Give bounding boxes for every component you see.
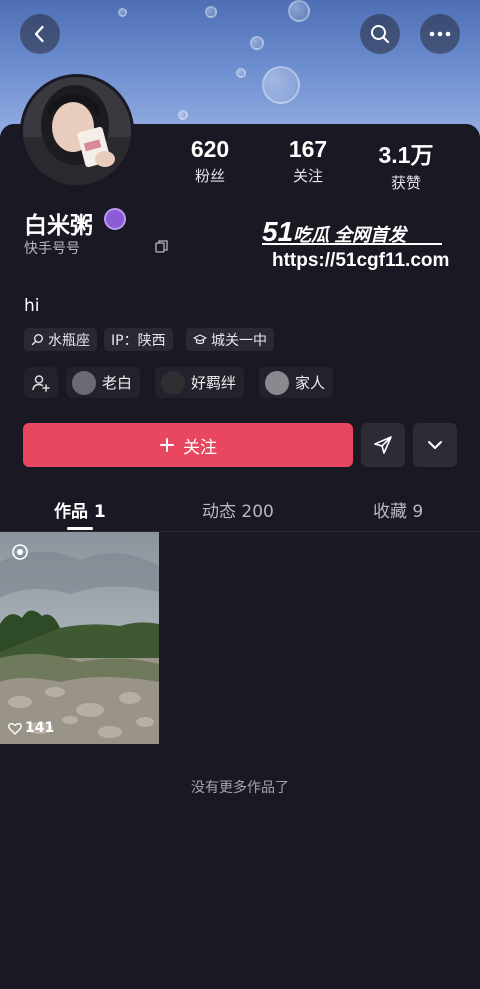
- friend-avatar: [265, 370, 289, 395]
- heart-icon: [8, 722, 22, 735]
- stat-value: 620: [190, 136, 230, 162]
- follow-button[interactable]: 关注: [23, 423, 353, 467]
- stat-value: 3.1万: [378, 142, 434, 168]
- tag-label: IP：陕西: [111, 332, 166, 349]
- add-user-icon: [32, 374, 50, 392]
- no-more-text: 没有更多作品了: [191, 780, 289, 796]
- tag-zodiac[interactable]: 水瓶座: [24, 328, 97, 351]
- avatar[interactable]: [20, 74, 134, 188]
- friend-avatar: [72, 370, 96, 395]
- stat-label: 获赞: [390, 174, 421, 192]
- stat-following[interactable]: 167 关注: [263, 136, 353, 186]
- profile-id: 快手号号: [24, 241, 80, 257]
- tab-indicator: [67, 527, 93, 530]
- friend-label: 老白: [102, 374, 133, 392]
- add-friend-button[interactable]: [24, 367, 58, 398]
- stat-followers[interactable]: 620 粉丝: [165, 136, 255, 186]
- level-badge-icon[interactable]: [104, 208, 126, 230]
- more-button[interactable]: [420, 14, 460, 54]
- tag-school[interactable]: 城关一中: [186, 328, 274, 351]
- stat-value: 167: [288, 136, 328, 162]
- school-icon: [193, 333, 207, 344]
- expand-button[interactable]: [413, 423, 457, 467]
- watermark-line: [262, 243, 442, 245]
- back-button[interactable]: [20, 14, 60, 54]
- send-icon: [374, 436, 392, 454]
- likes-count: 141: [25, 720, 55, 736]
- copy-icon[interactable]: [155, 240, 168, 253]
- post-likes: 141: [8, 720, 54, 736]
- stat-label: 粉丝: [194, 167, 225, 185]
- profile-name: 白米粥: [24, 213, 93, 239]
- more-dots-icon: [429, 31, 451, 37]
- watermark-text: 吃瓜 全网首发: [293, 225, 407, 245]
- tab-favorites[interactable]: 收藏 9: [373, 497, 423, 522]
- follow-label: 关注: [183, 437, 217, 458]
- post-thumbnail[interactable]: [0, 532, 159, 744]
- stat-likes[interactable]: 3.1万 获赞: [361, 136, 451, 193]
- friend-avatar: [161, 370, 185, 395]
- search-icon: [371, 25, 390, 44]
- friend-label: 好羁绊: [191, 374, 237, 392]
- tag-label: 水瓶座: [48, 332, 90, 349]
- friend-chip[interactable]: 老白: [66, 367, 141, 398]
- friend-chip[interactable]: 好羁绊: [155, 367, 245, 398]
- chevron-left-icon: [34, 25, 44, 43]
- tab-works[interactable]: 作品 1: [54, 497, 106, 522]
- tab-moments[interactable]: 动态 200: [202, 497, 274, 522]
- chevron-down-icon: [428, 441, 442, 449]
- watermark-url: https://51cgf11.com: [272, 250, 450, 271]
- tag-label: 城关一中: [211, 332, 267, 349]
- zodiac-icon: [31, 334, 43, 346]
- friend-chip[interactable]: 家人: [259, 367, 334, 398]
- friend-label: 家人: [295, 374, 326, 392]
- share-button[interactable]: [361, 423, 405, 467]
- tag-ip[interactable]: IP：陕西: [104, 328, 173, 351]
- stat-label: 关注: [292, 167, 323, 185]
- profile-bio: hi: [24, 296, 40, 316]
- plus-icon: [160, 438, 174, 452]
- search-button[interactable]: [360, 14, 400, 54]
